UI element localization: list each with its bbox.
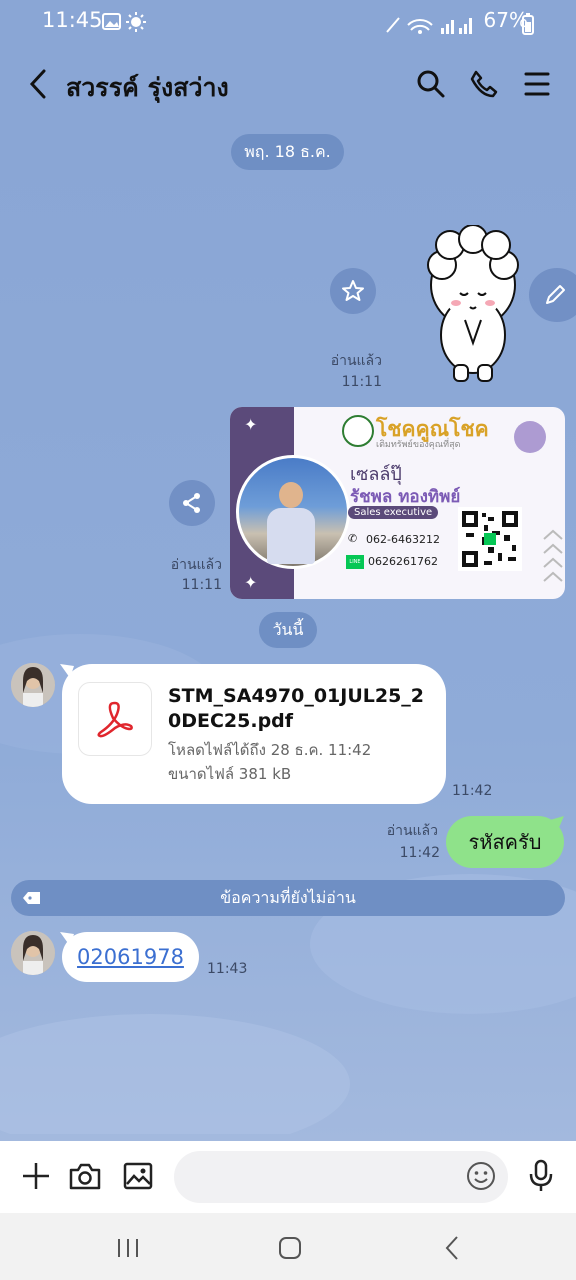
brand-logo-icon	[342, 415, 374, 447]
share-icon	[183, 493, 200, 513]
message-input[interactable]	[174, 1151, 508, 1203]
line-icon: LINE	[346, 555, 364, 569]
smiley-icon	[467, 1162, 495, 1190]
menu-button[interactable]	[518, 64, 556, 104]
search-icon	[417, 70, 445, 98]
date-separator: พฤ. 18 ธ.ค.	[231, 134, 344, 170]
qr-code-icon	[458, 507, 522, 571]
image-icon	[123, 1162, 153, 1190]
home-icon	[279, 1237, 301, 1259]
home-button[interactable]	[270, 1230, 310, 1266]
sticker-read-status: อ่านแล้ว	[330, 353, 382, 369]
contact-avatar[interactable]	[11, 663, 55, 707]
plus-icon	[23, 1163, 49, 1189]
status-icons-left	[102, 12, 146, 32]
add-button[interactable]	[16, 1156, 56, 1196]
call-button[interactable]	[465, 64, 503, 104]
star-icon	[342, 280, 364, 301]
card-decor-circle	[514, 421, 546, 453]
nav-back-button[interactable]	[432, 1230, 472, 1266]
sparkle-icon: ✦	[244, 573, 258, 592]
sent-read-status: อ่านแล้ว	[386, 823, 438, 839]
sticker-time: 11:11	[341, 374, 382, 390]
file-message-bubble[interactable]: STM_SA4970_01JUL25_20DEC25.pdf โหลดไฟล์ไ…	[62, 664, 446, 804]
sent-message-bubble[interactable]: รหัสครับ	[446, 816, 564, 868]
pdf-icon	[97, 701, 133, 738]
camera-button[interactable]	[65, 1156, 105, 1196]
tag-icon	[23, 892, 40, 904]
contact-avatar[interactable]	[11, 931, 55, 975]
edit-button[interactable]	[529, 268, 576, 322]
card-read-status: อ่านแล้ว	[170, 557, 222, 573]
back-chevron-icon	[445, 1236, 458, 1260]
avatar-photo	[11, 931, 55, 975]
pencil-icon	[546, 285, 565, 304]
search-button[interactable]	[412, 64, 450, 104]
card-time: 11:11	[181, 577, 222, 593]
card-role: Sales executive	[348, 506, 439, 519]
recents-icon	[118, 1239, 138, 1257]
chevron-left-icon	[29, 69, 46, 99]
gallery-button[interactable]	[118, 1156, 158, 1196]
back-button[interactable]	[20, 64, 56, 104]
pdf-file-icon	[78, 682, 152, 756]
avatar-photo	[11, 663, 55, 707]
sparkle-icon: ✦	[244, 415, 258, 434]
file-size: ขนาดไฟล์ 381 kB	[168, 765, 292, 783]
menu-icon	[524, 72, 550, 96]
link-message-bubble: 02061978	[62, 932, 199, 982]
signal-wifi-icons	[386, 17, 472, 34]
business-card-image[interactable]: ✦ ✦ โชคคูณโชค เติมทรัพย์ของคุณที่สุด เซล…	[230, 407, 565, 599]
status-bar: 11:45 67%	[0, 0, 576, 46]
camera-icon	[69, 1163, 101, 1190]
file-time: 11:42	[452, 783, 493, 799]
card-tagline: เติมทรัพย์ของคุณที่สุด	[376, 440, 461, 450]
emoji-button[interactable]	[462, 1157, 500, 1195]
card-line-id: 0626261762	[368, 555, 438, 568]
file-name: STM_SA4970_01JUL25_20DEC25.pdf	[168, 685, 425, 732]
phone-icon: ✆	[348, 532, 358, 545]
unread-divider: ข้อความที่ยังไม่อ่าน	[11, 880, 565, 916]
voice-button[interactable]	[522, 1156, 560, 1196]
status-time: 11:45	[42, 8, 103, 32]
chevron-decor	[543, 529, 563, 582]
card-phone: 062-6463212	[366, 533, 440, 546]
date-separator: วันนี้	[259, 612, 317, 648]
microphone-icon	[529, 1159, 553, 1191]
unread-label: ข้อความที่ยังไม่อ่าน	[220, 887, 356, 907]
contact-name[interactable]: สวรรค์ รุ่งสว่าง	[66, 68, 229, 108]
sheep-sticker[interactable]	[420, 225, 526, 385]
phone-icon	[470, 70, 498, 98]
recent-apps-button[interactable]	[108, 1230, 148, 1266]
favorite-sticker-button[interactable]	[330, 268, 376, 314]
link-number[interactable]: 02061978	[77, 945, 184, 969]
share-button[interactable]	[169, 480, 215, 526]
sent-time: 11:42	[399, 845, 440, 861]
profile-photo	[236, 455, 350, 569]
bubble-tail	[550, 816, 564, 830]
link-time: 11:43	[207, 961, 248, 977]
file-download-until: โหลดไฟล์ได้ถึง 28 ธ.ค. 11:42	[168, 741, 372, 759]
battery-icon	[522, 13, 534, 35]
